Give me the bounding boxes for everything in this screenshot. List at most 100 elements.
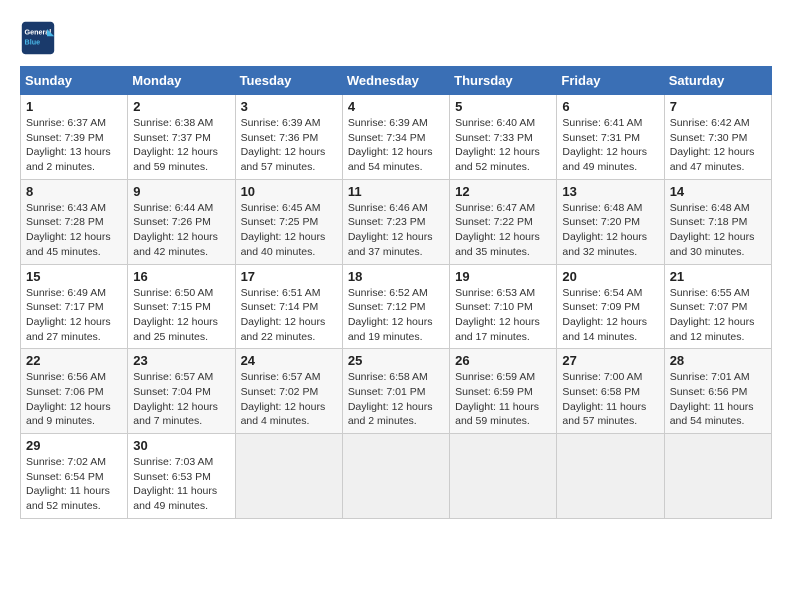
day-info: Sunrise: 6:45 AMSunset: 7:25 PMDaylight:…: [241, 201, 337, 260]
calendar-cell: [235, 434, 342, 519]
week-row-1: 1 Sunrise: 6:37 AMSunset: 7:39 PMDaylight…: [21, 95, 772, 180]
weekday-saturday: Saturday: [664, 67, 771, 95]
day-number: 19: [455, 269, 551, 284]
day-number: 13: [562, 184, 658, 199]
day-number: 16: [133, 269, 229, 284]
day-number: 18: [348, 269, 444, 284]
calendar-cell: 11 Sunrise: 6:46 AMSunset: 7:23 PMDayligh…: [342, 179, 449, 264]
calendar-cell: 13 Sunrise: 6:48 AMSunset: 7:20 PMDayligh…: [557, 179, 664, 264]
day-number: 29: [26, 438, 122, 453]
day-info: Sunrise: 6:52 AMSunset: 7:12 PMDaylight:…: [348, 286, 444, 345]
logo: General Blue: [20, 20, 62, 56]
day-number: 10: [241, 184, 337, 199]
day-info: Sunrise: 7:02 AMSunset: 6:54 PMDaylight:…: [26, 455, 122, 514]
week-row-3: 15Sunrise: 6:49 AMSunset: 7:17 PMDayligh…: [21, 264, 772, 349]
calendar-cell: 9 Sunrise: 6:44 AMSunset: 7:26 PMDaylight…: [128, 179, 235, 264]
day-info: Sunrise: 6:40 AMSunset: 7:33 PMDaylight:…: [455, 116, 551, 175]
weekday-wednesday: Wednesday: [342, 67, 449, 95]
day-number: 24: [241, 353, 337, 368]
day-info: Sunrise: 6:56 AMSunset: 7:06 PMDaylight:…: [26, 370, 122, 429]
day-info: Sunrise: 7:03 AMSunset: 6:53 PMDaylight:…: [133, 455, 229, 514]
weekday-monday: Monday: [128, 67, 235, 95]
calendar-cell: [557, 434, 664, 519]
day-number: 22: [26, 353, 122, 368]
day-number: 27: [562, 353, 658, 368]
day-info: Sunrise: 6:50 AMSunset: 7:15 PMDaylight:…: [133, 286, 229, 345]
day-info: Sunrise: 6:47 AMSunset: 7:22 PMDaylight:…: [455, 201, 551, 260]
day-number: 20: [562, 269, 658, 284]
header: General Blue: [20, 20, 772, 56]
day-number: 30: [133, 438, 229, 453]
calendar-cell: 25Sunrise: 6:58 AMSunset: 7:01 PMDayligh…: [342, 349, 449, 434]
day-number: 21: [670, 269, 766, 284]
day-info: Sunrise: 6:44 AMSunset: 7:26 PMDaylight:…: [133, 201, 229, 260]
calendar-cell: 19Sunrise: 6:53 AMSunset: 7:10 PMDayligh…: [450, 264, 557, 349]
calendar-cell: 21 Sunrise: 6:55 AMSunset: 7:07 PMDayligh…: [664, 264, 771, 349]
weekday-friday: Friday: [557, 67, 664, 95]
calendar-cell: 4 Sunrise: 6:39 AMSunset: 7:34 PMDaylight…: [342, 95, 449, 180]
day-info: Sunrise: 6:59 AMSunset: 6:59 PMDaylight:…: [455, 370, 551, 429]
day-info: Sunrise: 6:43 AMSunset: 7:28 PMDaylight:…: [26, 201, 122, 260]
calendar-cell: 10 Sunrise: 6:45 AMSunset: 7:25 PMDayligh…: [235, 179, 342, 264]
calendar-cell: [342, 434, 449, 519]
calendar-cell: [450, 434, 557, 519]
calendar-cell: 8 Sunrise: 6:43 AMSunset: 7:28 PMDaylight…: [21, 179, 128, 264]
day-number: 12: [455, 184, 551, 199]
day-number: 25: [348, 353, 444, 368]
day-number: 6: [562, 99, 658, 114]
day-info: Sunrise: 6:42 AMSunset: 7:30 PMDaylight:…: [670, 116, 766, 175]
calendar-cell: [664, 434, 771, 519]
calendar-cell: 22 Sunrise: 6:56 AMSunset: 7:06 PMDayligh…: [21, 349, 128, 434]
day-info: Sunrise: 6:55 AMSunset: 7:07 PMDaylight:…: [670, 286, 766, 345]
calendar-cell: 1 Sunrise: 6:37 AMSunset: 7:39 PMDaylight…: [21, 95, 128, 180]
day-number: 8: [26, 184, 122, 199]
day-info: Sunrise: 6:46 AMSunset: 7:23 PMDaylight:…: [348, 201, 444, 260]
day-info: Sunrise: 6:37 AMSunset: 7:39 PMDaylight:…: [26, 116, 122, 175]
calendar-cell: 30 Sunrise: 7:03 AMSunset: 6:53 PMDayligh…: [128, 434, 235, 519]
day-number: 26: [455, 353, 551, 368]
week-row-4: 22 Sunrise: 6:56 AMSunset: 7:06 PMDayligh…: [21, 349, 772, 434]
calendar-cell: 28Sunrise: 7:01 AMSunset: 6:56 PMDayligh…: [664, 349, 771, 434]
day-number: 9: [133, 184, 229, 199]
calendar-cell: 14 Sunrise: 6:48 AMSunset: 7:18 PMDayligh…: [664, 179, 771, 264]
day-info: Sunrise: 6:38 AMSunset: 7:37 PMDaylight:…: [133, 116, 229, 175]
calendar-cell: 12 Sunrise: 6:47 AMSunset: 7:22 PMDayligh…: [450, 179, 557, 264]
day-info: Sunrise: 6:49 AMSunset: 7:17 PMDaylight:…: [26, 286, 122, 345]
day-number: 28: [670, 353, 766, 368]
day-info: Sunrise: 6:57 AMSunset: 7:02 PMDaylight:…: [241, 370, 337, 429]
day-number: 17: [241, 269, 337, 284]
day-info: Sunrise: 6:57 AMSunset: 7:04 PMDaylight:…: [133, 370, 229, 429]
calendar: SundayMondayTuesdayWednesdayThursdayFrid…: [20, 66, 772, 519]
day-number: 4: [348, 99, 444, 114]
day-info: Sunrise: 6:39 AMSunset: 7:36 PMDaylight:…: [241, 116, 337, 175]
day-number: 1: [26, 99, 122, 114]
day-info: Sunrise: 6:41 AMSunset: 7:31 PMDaylight:…: [562, 116, 658, 175]
calendar-cell: 17 Sunrise: 6:51 AMSunset: 7:14 PMDayligh…: [235, 264, 342, 349]
day-info: Sunrise: 7:00 AMSunset: 6:58 PMDaylight:…: [562, 370, 658, 429]
calendar-cell: 5 Sunrise: 6:40 AMSunset: 7:33 PMDaylight…: [450, 95, 557, 180]
calendar-cell: 26 Sunrise: 6:59 AMSunset: 6:59 PMDayligh…: [450, 349, 557, 434]
day-info: Sunrise: 6:51 AMSunset: 7:14 PMDaylight:…: [241, 286, 337, 345]
calendar-cell: 23Sunrise: 6:57 AMSunset: 7:04 PMDayligh…: [128, 349, 235, 434]
calendar-cell: 7Sunrise: 6:42 AMSunset: 7:30 PMDaylight…: [664, 95, 771, 180]
logo-icon: General Blue: [20, 20, 56, 56]
day-number: 11: [348, 184, 444, 199]
calendar-cell: 16 Sunrise: 6:50 AMSunset: 7:15 PMDayligh…: [128, 264, 235, 349]
week-row-2: 8 Sunrise: 6:43 AMSunset: 7:28 PMDaylight…: [21, 179, 772, 264]
day-info: Sunrise: 6:48 AMSunset: 7:20 PMDaylight:…: [562, 201, 658, 260]
day-info: Sunrise: 6:48 AMSunset: 7:18 PMDaylight:…: [670, 201, 766, 260]
calendar-cell: 3 Sunrise: 6:39 AMSunset: 7:36 PMDaylight…: [235, 95, 342, 180]
calendar-cell: 29 Sunrise: 7:02 AMSunset: 6:54 PMDayligh…: [21, 434, 128, 519]
calendar-cell: 18 Sunrise: 6:52 AMSunset: 7:12 PMDayligh…: [342, 264, 449, 349]
day-number: 5: [455, 99, 551, 114]
weekday-thursday: Thursday: [450, 67, 557, 95]
week-row-5: 29 Sunrise: 7:02 AMSunset: 6:54 PMDayligh…: [21, 434, 772, 519]
weekday-sunday: Sunday: [21, 67, 128, 95]
day-number: 14: [670, 184, 766, 199]
day-info: Sunrise: 6:54 AMSunset: 7:09 PMDaylight:…: [562, 286, 658, 345]
weekday-header-row: SundayMondayTuesdayWednesdayThursdayFrid…: [21, 67, 772, 95]
day-info: Sunrise: 6:39 AMSunset: 7:34 PMDaylight:…: [348, 116, 444, 175]
calendar-cell: 6 Sunrise: 6:41 AMSunset: 7:31 PMDaylight…: [557, 95, 664, 180]
day-number: 3: [241, 99, 337, 114]
calendar-cell: 27 Sunrise: 7:00 AMSunset: 6:58 PMDayligh…: [557, 349, 664, 434]
